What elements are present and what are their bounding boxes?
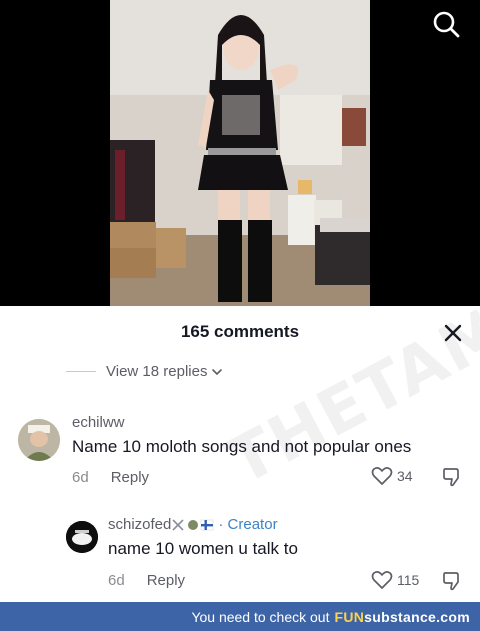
close-button[interactable] — [440, 320, 466, 346]
like-button[interactable]: 115 — [371, 570, 419, 590]
comments-sheet: THETAMER 165 comments View 18 replies ec… — [0, 306, 480, 602]
brand-rest: substance.com — [364, 608, 470, 625]
view-replies-button[interactable]: View 18 replies — [66, 363, 223, 380]
like-button[interactable]: 34 — [371, 466, 413, 486]
divider-line — [66, 371, 96, 372]
close-icon — [444, 324, 462, 342]
thumbs-down-icon — [443, 468, 459, 487]
thumbs-down-icon — [443, 572, 459, 591]
emoji-badges-icon — [172, 518, 214, 531]
creator-label: Creator — [227, 516, 278, 533]
avatar[interactable] — [66, 521, 98, 553]
creator-badge: · Creator — [218, 516, 278, 533]
video-scene-image — [110, 0, 370, 306]
brand-fun: FUN — [334, 608, 365, 625]
comment-username[interactable]: echilww — [72, 414, 125, 431]
avatar-image — [18, 419, 60, 461]
like-count: 115 — [397, 572, 420, 588]
search-button[interactable] — [428, 6, 464, 42]
comment-time: 6d — [72, 469, 89, 486]
chevron-down-icon — [212, 368, 223, 375]
view-replies-label: View 18 replies — [106, 363, 208, 380]
reply-button[interactable]: Reply — [111, 469, 149, 486]
dislike-button[interactable] — [441, 466, 463, 493]
video-player[interactable] — [0, 0, 480, 306]
heart-icon — [371, 467, 393, 485]
creator-header: schizofed · Creator — [108, 516, 278, 533]
comments-count-title: 165 comments — [180, 322, 300, 341]
comment-text: Name 10 moloth songs and not popular one… — [72, 437, 412, 456]
like-count: 34 — [397, 468, 413, 484]
heart-icon — [371, 571, 393, 589]
comment-meta: 6d Reply — [72, 469, 149, 486]
dislike-button[interactable] — [441, 570, 463, 597]
avatar[interactable] — [18, 419, 60, 461]
comment-time: 6d — [108, 572, 125, 589]
comment-meta: 6d Reply — [108, 572, 185, 589]
search-icon — [433, 11, 460, 38]
brand-logo: FUNsubstance.com — [334, 609, 470, 625]
comment-username[interactable]: schizofed — [108, 516, 171, 533]
reply-button[interactable]: Reply — [147, 572, 185, 589]
banner-text: You need to check out — [191, 608, 330, 625]
comment-text: name 10 women u talk to — [108, 539, 298, 558]
video-frame — [110, 0, 370, 306]
site-banner[interactable]: You need to check out FUNsubstance.com — [0, 602, 480, 631]
avatar-image — [66, 521, 98, 553]
